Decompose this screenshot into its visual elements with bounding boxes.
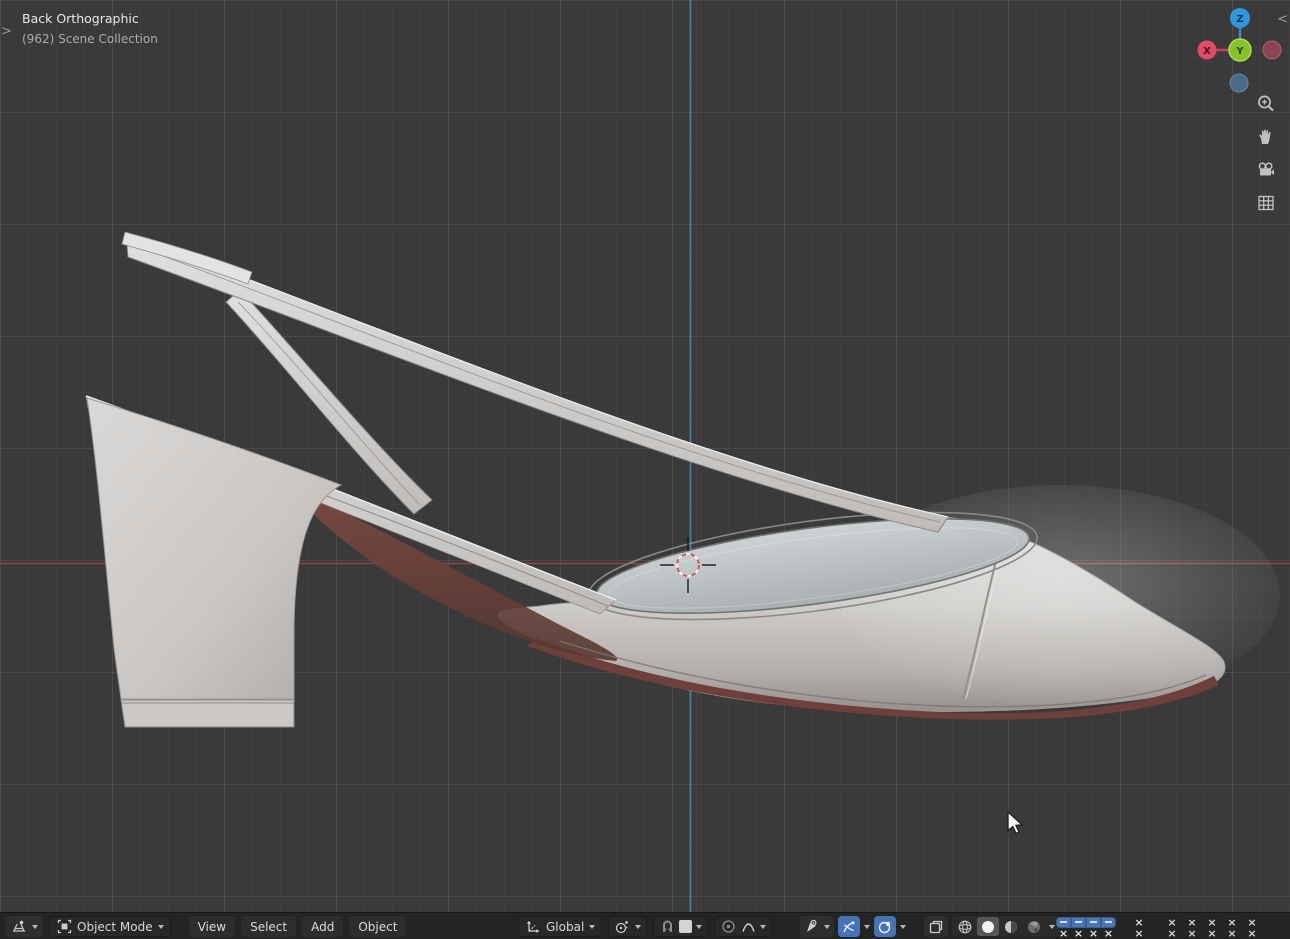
missing-icon-glyph: × — [1187, 917, 1196, 928]
missing-icon-column[interactable]: × × — [1129, 917, 1149, 939]
shading-rendered-button[interactable] — [1023, 917, 1045, 936]
mode-label: Object Mode — [77, 920, 153, 934]
magnet-icon — [659, 919, 675, 935]
missing-icon-column[interactable]: × × — [1242, 917, 1262, 939]
missing-icon-glyph: × — [1134, 928, 1143, 939]
gizmo-neg-z-axis[interactable] — [1230, 74, 1248, 92]
blue-toggle-button[interactable] — [1086, 917, 1101, 928]
snap-target-swatch — [679, 920, 692, 933]
toolbar-left-group: Object Mode View Select Add Object — [6, 913, 406, 939]
chevron-down-icon — [696, 925, 702, 929]
mode-dropdown[interactable]: Object Mode — [49, 916, 171, 937]
toolbar-middle-group: Global — [518, 913, 772, 939]
blue-toggle-column[interactable]: × — [1086, 917, 1101, 939]
zoom-icon[interactable] — [1255, 93, 1277, 115]
xray-toggle[interactable] — [874, 916, 896, 937]
show-gizmo-dropdown[interactable] — [800, 916, 834, 937]
menu-object[interactable]: Object — [349, 916, 406, 937]
viewport-side-tools — [1255, 93, 1277, 214]
view-name-label: Back Orthographic — [22, 9, 158, 29]
chevron-down-icon — [760, 925, 766, 929]
overlap-squares-icon — [928, 919, 944, 935]
missing-icon-column[interactable]: × × — [1182, 917, 1202, 939]
gizmo-pin-icon — [804, 919, 820, 935]
menu-add[interactable]: Add — [302, 916, 343, 937]
missing-icon-glyph: × — [1207, 917, 1216, 928]
show-overlays-toggle[interactable] — [838, 916, 860, 937]
chevron-down-icon — [824, 925, 830, 929]
missing-icon-glyph: × — [1059, 928, 1068, 939]
orientation-label: Global — [546, 920, 584, 934]
transform-orientation-dropdown[interactable]: Global — [518, 916, 602, 937]
missing-icon-glyph: × — [1247, 917, 1256, 928]
menu-select[interactable]: Select — [241, 916, 296, 937]
missing-icon-glyph: × — [1247, 928, 1256, 939]
snap-controls[interactable] — [653, 916, 708, 937]
object-mode-icon — [56, 919, 72, 935]
blue-toggle-button[interactable] — [1101, 917, 1116, 928]
toolbar-expand-icon[interactable]: > — [1, 24, 12, 39]
blue-toggle-column[interactable]: × — [1056, 917, 1071, 939]
missing-icon-glyph: × — [1187, 928, 1196, 939]
pivot-point-icon — [614, 919, 630, 935]
missing-icon-glyph: × — [1167, 917, 1176, 928]
shading-solid-button[interactable] — [977, 917, 999, 936]
xray-icon — [877, 919, 893, 935]
editor-3d-viewport-icon — [11, 919, 27, 935]
svg-text:Z: Z — [1236, 14, 1243, 25]
viewport-header-text: Back Orthographic (962) Scene Collection — [22, 9, 158, 49]
chevron-down-icon — [32, 925, 38, 929]
pivot-point-dropdown[interactable] — [608, 916, 647, 937]
orientation-axes-icon — [525, 919, 541, 935]
blue-toggle-button[interactable] — [1071, 917, 1086, 928]
missing-icon-glyph: × — [1207, 928, 1216, 939]
missing-icon-glyph: × — [1167, 928, 1176, 939]
viewport-header-bar: Object Mode View Select Add Object Globa… — [0, 912, 1290, 939]
overlays-icon — [841, 919, 857, 935]
missing-icon-glyph: × — [1227, 917, 1236, 928]
blender-window: Back Orthographic (962) Scene Collection… — [0, 0, 1290, 939]
blue-toggle-button[interactable] — [1056, 917, 1071, 928]
gizmo-neg-x-axis[interactable] — [1263, 41, 1281, 59]
editor-type-button[interactable] — [6, 916, 43, 937]
mouse-cursor — [1008, 812, 1022, 833]
chevron-down-icon — [864, 925, 870, 929]
pan-hand-icon[interactable] — [1255, 126, 1277, 148]
camera-view-icon[interactable] — [1255, 159, 1277, 181]
shading-material-button[interactable] — [1000, 917, 1022, 936]
missing-icon-column[interactable]: × × — [1202, 917, 1222, 939]
chevron-down-icon — [635, 925, 641, 929]
viewport-render — [0, 0, 1290, 939]
blue-toggle-column[interactable]: × — [1101, 917, 1116, 939]
viewport-shading-group — [952, 916, 1060, 937]
proportional-edit-controls[interactable] — [714, 916, 772, 937]
shoe-model[interactable] — [86, 232, 1280, 727]
missing-icon-glyph: × — [1089, 928, 1098, 939]
collection-label: (962) Scene Collection — [22, 29, 158, 49]
chevron-down-icon — [1049, 925, 1055, 929]
missing-icon-column[interactable]: × × — [1162, 917, 1182, 939]
shading-wireframe-button[interactable] — [954, 917, 976, 936]
missing-icon-glyph: × — [1134, 917, 1143, 928]
grid-ortho-icon[interactable] — [1255, 192, 1277, 214]
chevron-down-icon — [900, 925, 906, 929]
falloff-curve-icon — [740, 919, 756, 935]
missing-icon-column[interactable]: × × — [1222, 917, 1242, 939]
missing-icon-glyph: × — [1074, 928, 1083, 939]
render-region-button[interactable] — [924, 916, 948, 937]
missing-icon-glyph: × — [1104, 928, 1113, 939]
toolbar-right-group — [800, 913, 1060, 939]
proportional-edit-icon — [720, 919, 736, 935]
navigation-gizmo[interactable]: Z X Y — [1194, 0, 1286, 96]
menu-view[interactable]: View — [189, 916, 235, 937]
missing-icon-glyph: × — [1227, 928, 1236, 939]
blue-toggle-column[interactable]: × — [1071, 917, 1086, 939]
svg-text:X: X — [1203, 46, 1211, 57]
chevron-down-icon — [589, 925, 595, 929]
svg-text:Y: Y — [1235, 46, 1244, 57]
chevron-down-icon — [158, 925, 164, 929]
toolbar-missing-icons-strip: × × × × × × — [1056, 914, 1262, 939]
